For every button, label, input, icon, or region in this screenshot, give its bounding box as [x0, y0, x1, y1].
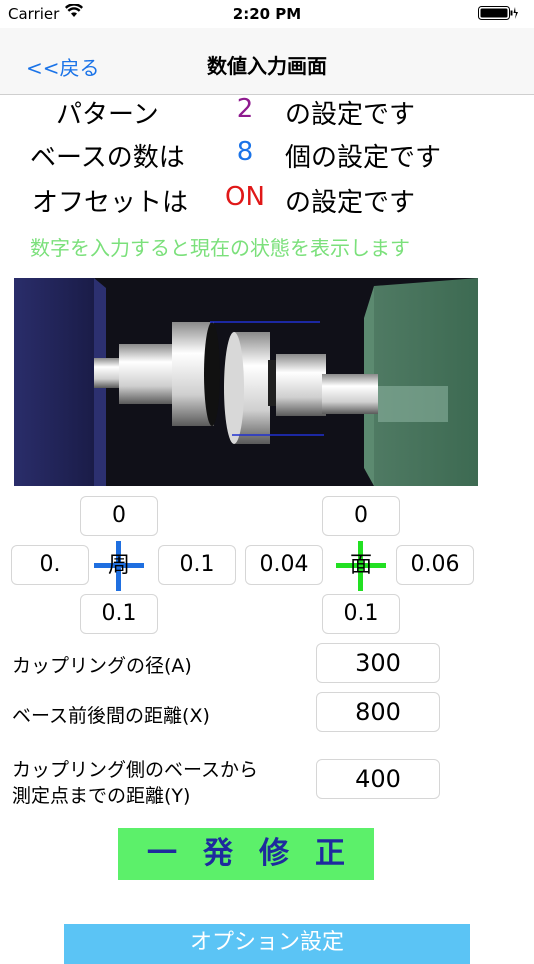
- page-title: 数値入力画面: [207, 54, 327, 78]
- hint-text: 数字を入力すると現在の状態を表示します: [30, 236, 410, 260]
- face-top-input[interactable]: 0: [322, 496, 400, 536]
- measure-distance-label-line2: 測定点までの距離(Y): [12, 785, 191, 807]
- base-distance-label: ベース前後間の距離(X): [12, 705, 210, 727]
- face-crosshair: 面: [336, 541, 386, 591]
- face-left-input[interactable]: 0.04: [245, 545, 323, 585]
- face-label: 面: [349, 553, 372, 578]
- face-right-input[interactable]: 0.06: [396, 545, 474, 585]
- peripheral-label: 周: [107, 553, 130, 578]
- navigation-bar: <<戻る 数値入力画面: [0, 28, 534, 95]
- status-bar: Carrier 2:20 PM: [0, 0, 534, 28]
- peripheral-crosshair: 周: [94, 541, 144, 591]
- coupling-diameter-label: カップリングの径(A): [12, 655, 192, 677]
- peripheral-bottom-input[interactable]: 0.1: [80, 594, 158, 634]
- peripheral-right-input[interactable]: 0.1: [158, 545, 236, 585]
- measure-distance-input[interactable]: 400: [316, 759, 440, 799]
- peripheral-top-input[interactable]: 0: [80, 496, 158, 536]
- peripheral-left-input[interactable]: 0.: [11, 545, 89, 585]
- clock: 2:20 PM: [232, 5, 302, 23]
- base-count-label: ベースの数は: [30, 143, 185, 173]
- base-distance-input[interactable]: 800: [316, 692, 440, 732]
- measure-distance-label-line1: カップリング側のベースから: [12, 759, 259, 781]
- base-count-value: 8: [236, 137, 254, 167]
- offset-label: オフセットは: [32, 188, 189, 218]
- pattern-value: 2: [236, 94, 254, 124]
- offset-suffix: の設定です: [285, 188, 416, 218]
- pattern-label: パターン: [56, 100, 159, 130]
- battery-icon: [478, 6, 518, 24]
- option-settings-button[interactable]: オプション設定: [64, 924, 470, 964]
- pattern-suffix: の設定です: [285, 100, 416, 130]
- one-shot-correction-button[interactable]: 一発修正: [118, 828, 374, 880]
- offset-value: ON: [225, 182, 265, 212]
- base-count-suffix: 個の設定です: [285, 143, 442, 173]
- face-bottom-input[interactable]: 0.1: [322, 594, 400, 634]
- coupling-diameter-input[interactable]: 300: [316, 643, 440, 683]
- shaft-alignment-view: [14, 278, 478, 486]
